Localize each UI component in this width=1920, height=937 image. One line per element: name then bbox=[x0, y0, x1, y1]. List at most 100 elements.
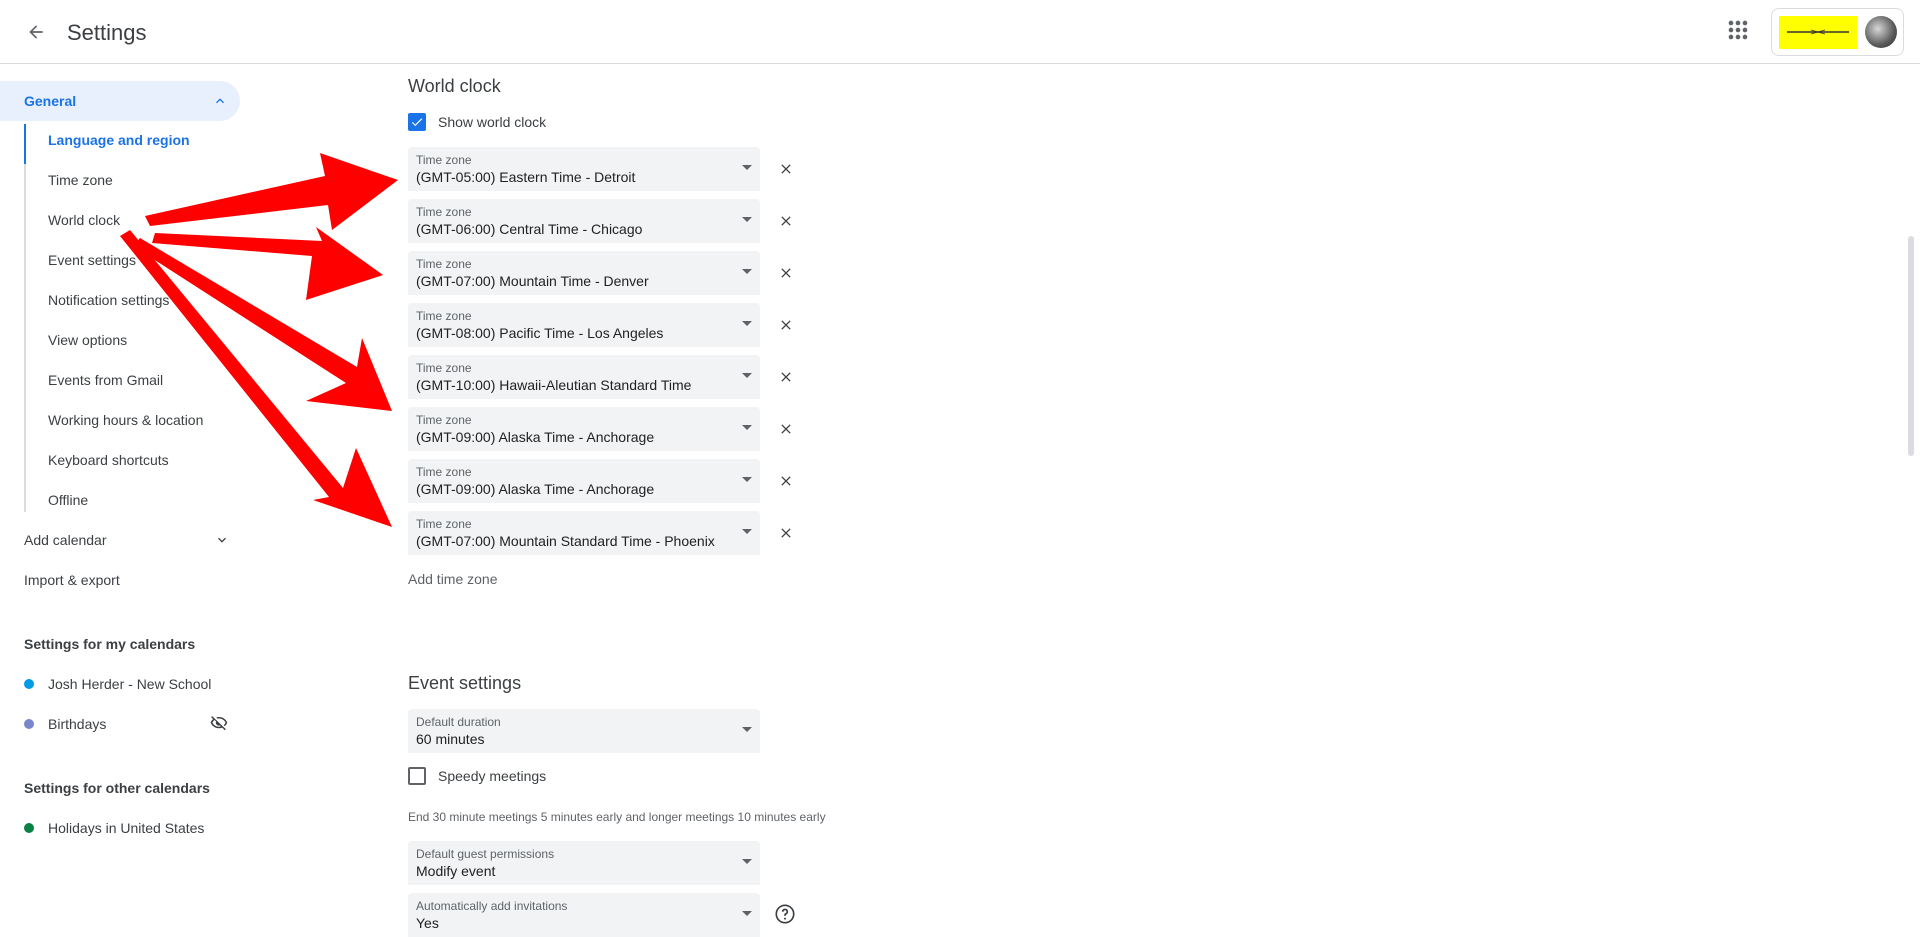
vertical-scrollbar[interactable] bbox=[1905, 64, 1917, 922]
checkbox-checked[interactable] bbox=[408, 113, 426, 131]
field-value: (GMT-07:00) Mountain Time - Denver bbox=[416, 273, 649, 289]
close-icon bbox=[781, 424, 791, 434]
remove-time-zone-button[interactable] bbox=[774, 417, 798, 441]
page-title: Settings bbox=[67, 20, 147, 45]
field-label: Time zone bbox=[416, 205, 472, 219]
field-value: (GMT-06:00) Central Time - Chicago bbox=[416, 221, 643, 237]
show-world-clock-checkbox[interactable]: Show world clock bbox=[408, 113, 546, 131]
sidebar-item-keyboard-shortcuts[interactable]: Keyboard shortcuts bbox=[48, 440, 169, 480]
guest-permissions-select[interactable]: Default guest permissions Modify event bbox=[408, 841, 760, 885]
remove-time-zone-button[interactable] bbox=[774, 469, 798, 493]
dropdown-arrow-icon bbox=[742, 727, 752, 732]
remove-time-zone-button[interactable] bbox=[774, 157, 798, 181]
remove-time-zone-button[interactable] bbox=[774, 209, 798, 233]
time-zone-select[interactable]: Time zone (GMT-07:00) Mountain Standard … bbox=[408, 511, 760, 555]
event-settings-title: Event settings bbox=[408, 673, 522, 693]
field-label: Time zone bbox=[416, 257, 472, 271]
dropdown-arrow-icon bbox=[742, 425, 752, 430]
settings-main: World clock Show world clock Time zone (… bbox=[408, 64, 1808, 937]
checkbox-label: Speedy meetings bbox=[438, 768, 547, 784]
settings-sidebar: General Language and region Time zone Wo… bbox=[0, 64, 250, 922]
dropdown-arrow-icon bbox=[742, 321, 752, 326]
sidebar-item-time-zone[interactable]: Time zone bbox=[48, 160, 113, 200]
close-icon bbox=[781, 216, 791, 226]
calendar-item-birthdays[interactable]: Birthdays bbox=[24, 704, 234, 744]
other-calendars-heading: Settings for other calendars bbox=[24, 780, 210, 796]
add-time-zone-button[interactable]: Add time zone bbox=[408, 571, 498, 587]
close-icon bbox=[781, 164, 791, 174]
time-zone-select[interactable]: Time zone (GMT-08:00) Pacific Time - Los… bbox=[408, 303, 760, 347]
field-value: (GMT-09:00) Alaska Time - Anchorage bbox=[416, 429, 655, 445]
remove-time-zone-button[interactable] bbox=[774, 261, 798, 285]
sidebar-item-label: Add calendar bbox=[24, 532, 107, 548]
time-zone-select[interactable]: Time zone (GMT-10:00) Hawaii-Aleutian St… bbox=[408, 355, 760, 399]
sidebar-item-event-settings[interactable]: Event settings bbox=[48, 240, 136, 280]
default-duration-select[interactable]: Default duration 60 minutes bbox=[408, 709, 760, 753]
arrow-back-icon bbox=[29, 25, 43, 39]
time-zone-select[interactable]: Time zone (GMT-09:00) Alaska Time - Anch… bbox=[408, 407, 760, 451]
remove-time-zone-button[interactable] bbox=[774, 365, 798, 389]
sidebar-item-working-hours[interactable]: Working hours & location bbox=[48, 400, 203, 440]
calendar-color-dot bbox=[24, 719, 34, 729]
avatar[interactable] bbox=[1865, 16, 1897, 48]
sidebar-item-add-calendar[interactable]: Add calendar bbox=[24, 520, 234, 560]
sidebar-item-view-options[interactable]: View options bbox=[48, 320, 127, 360]
sidebar-item-language-region[interactable]: Language and region bbox=[48, 120, 190, 160]
sidebar-item-import-export[interactable]: Import & export bbox=[24, 560, 120, 600]
field-value: (GMT-05:00) Eastern Time - Detroit bbox=[416, 169, 636, 185]
sidebar-item-world-clock[interactable]: World clock bbox=[48, 200, 120, 240]
calendar-color-dot bbox=[24, 679, 34, 689]
remove-time-zone-button[interactable] bbox=[774, 521, 798, 545]
dropdown-arrow-icon bbox=[742, 269, 752, 274]
dropdown-arrow-icon bbox=[742, 477, 752, 482]
dropdown-arrow-icon bbox=[742, 859, 752, 864]
calendar-label: Birthdays bbox=[48, 716, 107, 732]
world-clock-title: World clock bbox=[408, 76, 501, 96]
back-button[interactable] bbox=[20, 16, 52, 48]
calendar-item-holidays[interactable]: Holidays in United States bbox=[24, 808, 234, 848]
subnav-rail bbox=[24, 124, 26, 512]
sidebar-item-offline[interactable]: Offline bbox=[48, 480, 88, 520]
close-icon bbox=[781, 320, 791, 330]
field-label: Automatically add invitations bbox=[416, 899, 568, 913]
time-zone-select[interactable]: Time zone (GMT-05:00) Eastern Time - Det… bbox=[408, 147, 760, 191]
chevron-up-icon bbox=[216, 98, 224, 104]
time-zone-select[interactable]: Time zone (GMT-07:00) Mountain Time - De… bbox=[408, 251, 760, 295]
remove-time-zone-button[interactable] bbox=[774, 313, 798, 337]
field-label: Time zone bbox=[416, 465, 472, 479]
auto-add-invitations-select[interactable]: Automatically add invitations Yes bbox=[408, 893, 760, 937]
subnav-active-indicator bbox=[24, 124, 26, 164]
calendar-item-josh-herder[interactable]: Josh Herder - New School bbox=[24, 664, 234, 704]
checkmark-icon bbox=[411, 118, 423, 127]
my-calendars-heading: Settings for my calendars bbox=[24, 636, 196, 652]
dropdown-arrow-icon bbox=[742, 373, 752, 378]
field-label: Time zone bbox=[416, 413, 472, 427]
calendar-color-dot bbox=[24, 823, 34, 833]
checkbox-unchecked[interactable] bbox=[408, 767, 426, 785]
speedy-meetings-hint: End 30 minute meetings 5 minutes early a… bbox=[408, 810, 826, 824]
chevron-down-icon bbox=[218, 537, 226, 543]
field-value: (GMT-09:00) Alaska Time - Anchorage bbox=[416, 481, 655, 497]
dropdown-arrow-icon bbox=[742, 911, 752, 916]
scrollbar-thumb[interactable] bbox=[1908, 236, 1914, 456]
apps-button[interactable] bbox=[1724, 16, 1752, 44]
sidebar-item-general[interactable]: General bbox=[0, 81, 240, 121]
field-label: Time zone bbox=[416, 309, 472, 323]
account-switcher[interactable] bbox=[1771, 8, 1904, 56]
dropdown-arrow-icon bbox=[742, 165, 752, 170]
time-zone-select[interactable]: Time zone (GMT-06:00) Central Time - Chi… bbox=[408, 199, 760, 243]
sidebar-item-label: General bbox=[24, 93, 77, 109]
dropdown-arrow-icon bbox=[742, 217, 752, 222]
field-label: Default duration bbox=[416, 715, 501, 729]
checkbox-label: Show world clock bbox=[438, 114, 547, 130]
close-icon bbox=[781, 528, 791, 538]
calendar-label: Josh Herder - New School bbox=[48, 676, 212, 692]
logo-mark-icon bbox=[1787, 29, 1849, 35]
field-label: Time zone bbox=[416, 361, 472, 375]
field-value: Modify event bbox=[416, 863, 496, 879]
sidebar-item-notification-settings[interactable]: Notification settings bbox=[48, 280, 169, 320]
sidebar-item-events-from-gmail[interactable]: Events from Gmail bbox=[48, 360, 163, 400]
time-zone-select[interactable]: Time zone (GMT-09:00) Alaska Time - Anch… bbox=[408, 459, 760, 503]
speedy-meetings-checkbox[interactable]: Speedy meetings bbox=[408, 767, 546, 785]
visibility-off-icon[interactable] bbox=[210, 714, 228, 732]
